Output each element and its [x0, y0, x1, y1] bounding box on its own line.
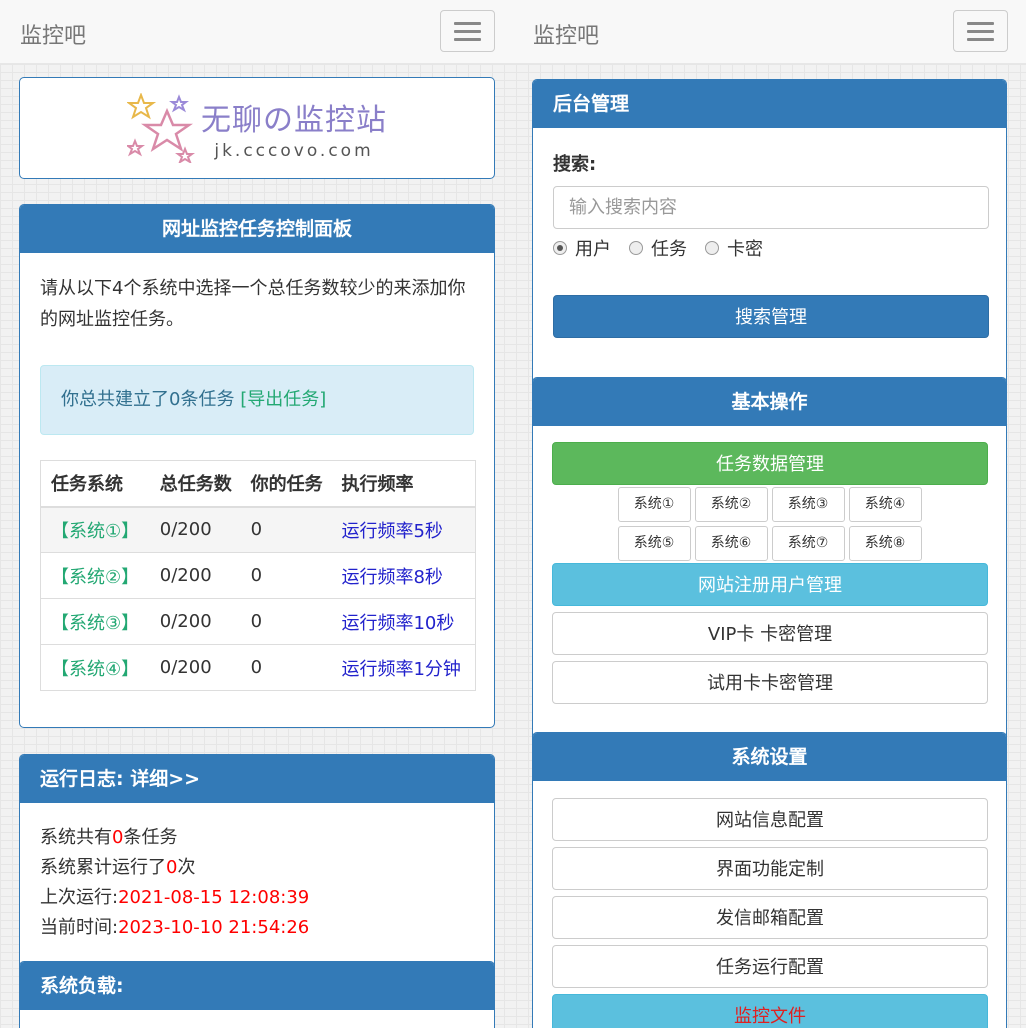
intro-text: 请从以下4个系统中选择一个总任务数较少的来添加你的网址监控任务。 [40, 278, 466, 330]
stars-logo-icon [127, 93, 195, 163]
search-label: 搜索: [553, 154, 597, 175]
radio-task[interactable]: 任务 [629, 235, 687, 261]
my-tasks: 0 [240, 598, 332, 645]
menu-toggle-button[interactable] [953, 10, 1008, 52]
right-navbar: 监控吧 [513, 0, 1026, 64]
my-tasks: 0 [240, 552, 332, 599]
radio-dot-icon [629, 241, 643, 255]
admin-panel-title: 后台管理 [533, 80, 1006, 128]
monitor-file-button[interactable]: 监控文件 [552, 994, 988, 1028]
control-panel-title: 网址监控任务控制面板 [20, 205, 494, 253]
total-tasks: 0/200 [149, 552, 241, 599]
site-info-button[interactable]: 网站信息配置 [552, 798, 988, 841]
task-count-text: 你总共建立了0条任务 [61, 389, 241, 410]
left-navbar: 监控吧 [0, 0, 513, 64]
table-row: 【系统①】 0/200 0 运行频率5秒 [40, 506, 476, 553]
system-link[interactable]: 【系统④】 [40, 644, 150, 691]
system-load-panel: 系统负载: [19, 961, 495, 1028]
task-count-alert: 你总共建立了0条任务 [导出任务] [40, 365, 474, 435]
ui-custom-button[interactable]: 界面功能定制 [552, 847, 988, 890]
table-row: 【系统②】 0/200 0 运行频率8秒 [40, 552, 476, 599]
run-log-title[interactable]: 运行日志: 详细>> [20, 755, 494, 803]
vip-card-button[interactable]: VIP卡 卡密管理 [552, 612, 988, 655]
admin-panel: 后台管理 搜索: 输入搜索内容 用户 任务 卡密 搜索管理 [532, 79, 1007, 419]
table-row: 【系统④】 0/200 0 运行频率1分钟 [40, 644, 476, 691]
system-7-button[interactable]: 系统⑦ [771, 526, 845, 561]
system-3-button[interactable]: 系统③ [771, 487, 845, 522]
th-mine: 你的任务 [240, 460, 332, 508]
search-input[interactable]: 输入搜索内容 [553, 186, 989, 229]
system-link[interactable]: 【系统③】 [40, 598, 150, 645]
control-panel: 网址监控任务控制面板 请从以下4个系统中选择一个总任务数较少的来添加你的网址监控… [19, 204, 495, 728]
mail-config-button[interactable]: 发信邮箱配置 [552, 896, 988, 939]
radio-user[interactable]: 用户 [553, 235, 611, 261]
log-line-tasks: 系统共有0条任务 [40, 827, 178, 848]
log-line-runs: 系统累计运行了0次 [40, 857, 196, 878]
left-view: 监控吧 无聊の监控站 jk.cccovo.com 网址监控任务控制面板 请从以下… [0, 0, 513, 1028]
table-header-row: 任务系统 总任务数 你的任务 执行频率 [40, 460, 476, 508]
frequency-link[interactable]: 运行频率5秒 [331, 506, 476, 553]
frequency-link[interactable]: 运行频率10秒 [331, 598, 476, 645]
radio-dot-icon [553, 241, 567, 255]
system-link[interactable]: 【系统①】 [40, 506, 150, 553]
radio-card[interactable]: 卡密 [705, 235, 763, 261]
basic-ops-title: 基本操作 [533, 378, 1006, 426]
my-tasks: 0 [240, 506, 332, 553]
system-link[interactable]: 【系统②】 [40, 552, 150, 599]
system-load-title: 系统负载: [20, 962, 494, 1010]
navbar-brand[interactable]: 监控吧 [20, 18, 86, 50]
settings-panel: 系统设置 网站信息配置 界面功能定制 发信邮箱配置 任务运行配置 监控文件 [532, 732, 1007, 1028]
basic-ops-panel: 基本操作 任务数据管理 系统① 系统② 系统③ 系统④ 系统⑤ 系统⑥ 系统⑦ … [532, 377, 1007, 757]
logo-title: 无聊の监控站 [201, 103, 387, 138]
hamburger-icon [454, 21, 481, 25]
system-5-button[interactable]: 系统⑤ [617, 526, 691, 561]
search-button[interactable]: 搜索管理 [553, 295, 989, 338]
frequency-link[interactable]: 运行频率1分钟 [331, 644, 476, 691]
log-line-current-time: 当前时间:2023-10-10 21:54:26 [40, 917, 310, 938]
th-system: 任务系统 [40, 460, 150, 508]
task-data-button[interactable]: 任务数据管理 [552, 442, 988, 485]
system-8-button[interactable]: 系统⑧ [848, 526, 922, 561]
system-buttons-grid: 系统① 系统② 系统③ 系统④ 系统⑤ 系统⑥ 系统⑦ 系统⑧ [552, 487, 987, 561]
table-row: 【系统③】 0/200 0 运行频率10秒 [40, 598, 476, 645]
system-2-button[interactable]: 系统② [694, 487, 768, 522]
total-tasks: 0/200 [149, 506, 241, 553]
system-1-button[interactable]: 系统① [617, 487, 691, 522]
search-type-radios: 用户 任务 卡密 [553, 235, 986, 261]
frequency-link[interactable]: 运行频率8秒 [331, 552, 476, 599]
radio-dot-icon [705, 241, 719, 255]
users-button[interactable]: 网站注册用户管理 [552, 563, 988, 606]
export-tasks-link[interactable]: [导出任务] [240, 389, 326, 410]
settings-title: 系统设置 [533, 733, 1006, 781]
th-total: 总任务数 [149, 460, 241, 508]
site-logo-panel: 无聊の监控站 jk.cccovo.com [19, 77, 495, 179]
task-run-config-button[interactable]: 任务运行配置 [552, 945, 988, 988]
log-line-last-run: 上次运行:2021-08-15 12:08:39 [40, 887, 310, 908]
system-table: 任务系统 总任务数 你的任务 执行频率 【系统①】 0/200 0 运行频率5秒… [40, 460, 476, 691]
total-tasks: 0/200 [149, 644, 241, 691]
total-tasks: 0/200 [149, 598, 241, 645]
th-freq: 执行频率 [331, 460, 476, 508]
hamburger-icon [967, 21, 994, 25]
menu-toggle-button[interactable] [440, 10, 495, 52]
navbar-brand[interactable]: 监控吧 [533, 18, 599, 50]
my-tasks: 0 [240, 644, 332, 691]
trial-card-button[interactable]: 试用卡卡密管理 [552, 661, 988, 704]
system-4-button[interactable]: 系统④ [848, 487, 922, 522]
system-6-button[interactable]: 系统⑥ [694, 526, 768, 561]
logo-url: jk.cccovo.com [214, 141, 374, 161]
